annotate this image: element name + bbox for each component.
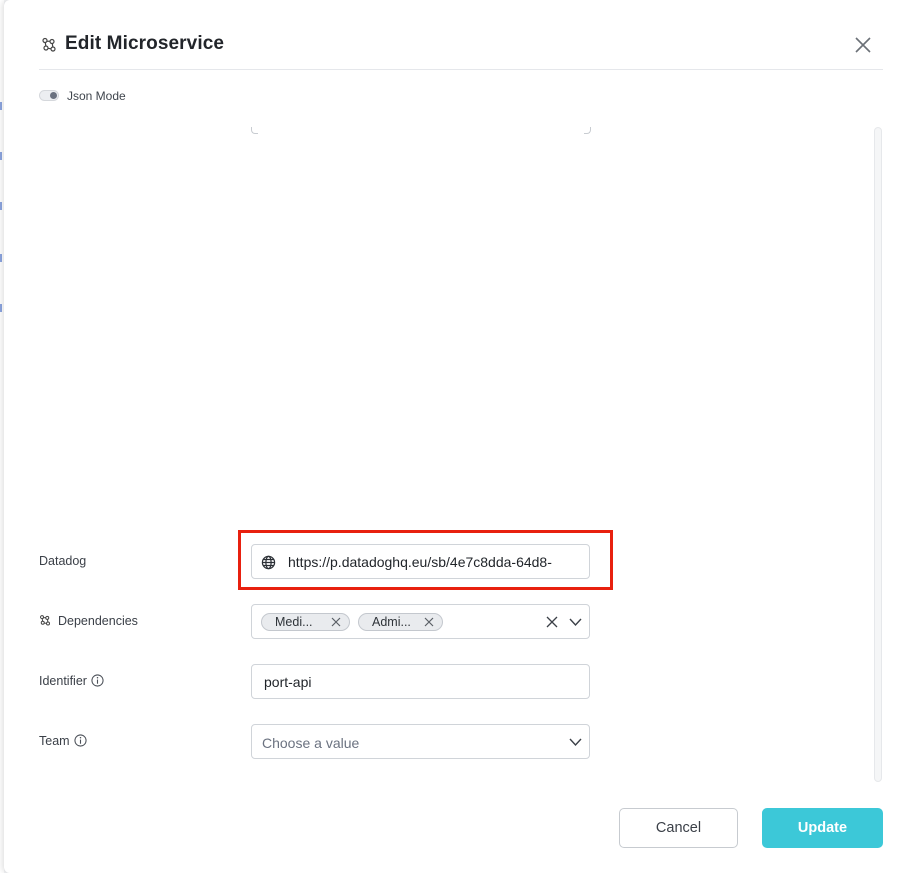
dialog-title: Edit Microservice: [65, 33, 225, 54]
update-button[interactable]: Update: [762, 808, 883, 848]
identifier-value: port-api: [264, 674, 312, 690]
chip-label: Medi...: [275, 615, 313, 629]
team-select[interactable]: Choose a value: [251, 724, 590, 759]
identifier-label: Identifier: [39, 674, 104, 688]
dialog-header: Edit Microservice: [39, 0, 883, 70]
identifier-field[interactable]: port-api: [251, 664, 590, 699]
dependency-chip: Admi...: [358, 613, 443, 631]
json-mode-label: Json Mode: [67, 89, 126, 103]
team-label-text: Team: [39, 734, 70, 748]
toggle-knob: [50, 92, 57, 99]
remove-chip-icon[interactable]: [331, 617, 341, 627]
datadog-label: Datadog: [39, 554, 87, 568]
editor-border: [251, 127, 258, 134]
clear-icon[interactable]: [546, 616, 558, 628]
scrollbar[interactable]: [874, 127, 882, 782]
close-icon[interactable]: [853, 35, 873, 55]
team-placeholder: Choose a value: [262, 735, 360, 751]
dependencies-label-text: Dependencies: [58, 614, 138, 628]
cancel-button[interactable]: Cancel: [619, 808, 738, 848]
microservice-icon: [42, 37, 56, 52]
team-label: Team: [39, 734, 87, 748]
edit-microservice-dialog: Edit Microservice Json Mode Datadog http…: [4, 0, 916, 873]
dependency-chip: Medi...: [261, 613, 350, 631]
info-icon[interactable]: [73, 734, 87, 747]
chevron-down-icon[interactable]: [569, 617, 582, 627]
info-icon[interactable]: [91, 674, 104, 687]
dependencies-select[interactable]: Medi... Admi...: [251, 604, 590, 639]
remove-chip-icon[interactable]: [424, 617, 434, 627]
json-mode-toggle[interactable]: [39, 90, 59, 101]
microservice-icon: [40, 615, 50, 626]
editor-border: [584, 127, 591, 134]
chip-label: Admi...: [372, 615, 411, 629]
highlight-box: [238, 530, 613, 590]
dependencies-label: Dependencies: [39, 614, 138, 628]
identifier-label-text: Identifier: [39, 674, 87, 688]
chevron-down-icon[interactable]: [569, 737, 582, 747]
